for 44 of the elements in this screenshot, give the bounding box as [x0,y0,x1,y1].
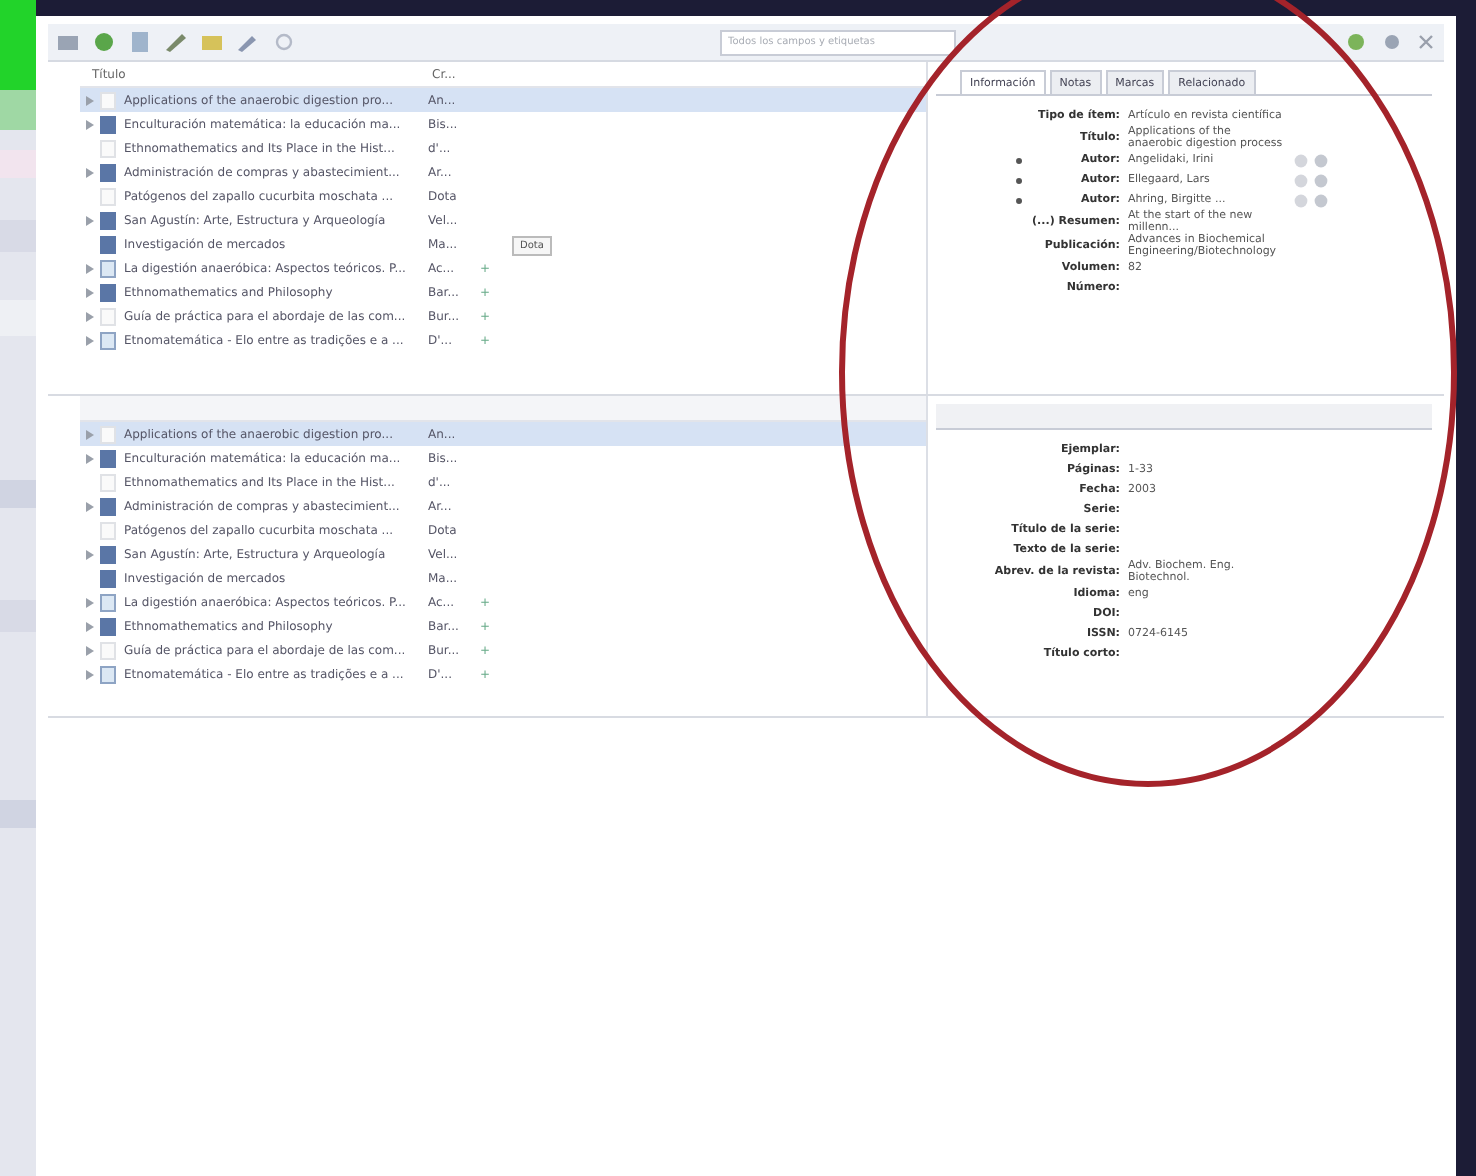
document-icon [100,259,116,277]
page-icon [100,187,116,205]
author-type-icon[interactable] [1016,197,1022,203]
expand-arrow-icon[interactable] [86,549,94,559]
page-icon [100,521,116,539]
book-icon [100,617,116,635]
page-icon [100,139,116,157]
expand-arrow-icon[interactable] [86,95,94,105]
expand-arrow-icon[interactable] [86,215,94,225]
book-icon [100,283,116,301]
expand-arrow-icon[interactable] [86,335,94,345]
book-icon [100,115,116,133]
expand-arrow-icon[interactable] [86,429,94,439]
expand-arrow-icon[interactable] [86,167,94,177]
pencil-icon[interactable] [236,32,260,52]
book-icon [100,163,116,181]
close-icon[interactable] [1416,32,1436,52]
book-icon [100,497,116,515]
attachment-icon[interactable] [200,32,224,52]
author-type-icon[interactable] [1016,157,1022,163]
wand-icon[interactable] [164,32,188,52]
expand-arrow-icon[interactable] [86,263,94,273]
expand-arrow-icon[interactable] [86,287,94,297]
expand-arrow-icon[interactable] [86,669,94,679]
page-icon [100,425,116,443]
document-icon [100,593,116,611]
folder-icon[interactable] [56,32,80,52]
page-icon [100,473,116,491]
page-icon [100,307,116,325]
document-icon[interactable] [128,32,152,52]
expand-arrow-icon[interactable] [86,119,94,129]
author-type-icon[interactable] [1016,177,1022,183]
book-icon [100,449,116,467]
page-icon [100,641,116,659]
document-icon [100,331,116,349]
expand-arrow-icon[interactable] [86,597,94,607]
expand-arrow-icon[interactable] [86,645,94,655]
expand-arrow-icon[interactable] [86,311,94,321]
expand-arrow-icon[interactable] [86,453,94,463]
page-icon [100,91,116,109]
expand-arrow-icon[interactable] [86,621,94,631]
expand-arrow-icon[interactable] [86,501,94,511]
document-icon [100,665,116,683]
add-icon[interactable] [92,32,116,52]
